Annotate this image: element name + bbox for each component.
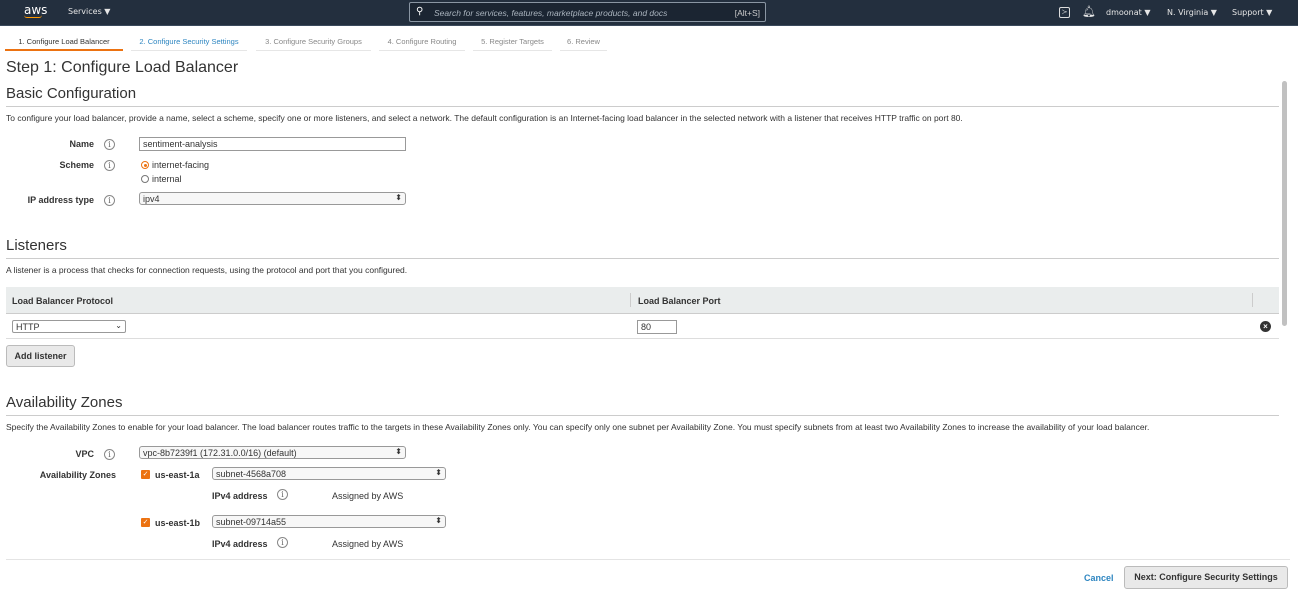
services-menu[interactable]: Services ▼: [68, 7, 110, 16]
table-row: HTTP ⌄ 80 ×: [6, 314, 1279, 339]
tab-review[interactable]: 6. Review: [560, 33, 607, 51]
checkbox-us-east-1b[interactable]: ✓: [141, 518, 150, 527]
scrollbar[interactable]: [1282, 81, 1287, 326]
ip-type-label: IP address type: [27, 195, 94, 205]
search-placeholder: Search for services, features, marketpla…: [434, 8, 668, 18]
radio-label: internal: [152, 174, 182, 184]
radio-internal[interactable]: [141, 175, 149, 183]
tab-configure-security-settings[interactable]: 2. Configure Security Settings: [131, 33, 247, 51]
updown-icon: ⬍: [435, 468, 442, 477]
az-description: Specify the Availability Zones to enable…: [6, 422, 1150, 432]
search-icon: ⚲: [416, 6, 424, 17]
divider: [6, 258, 1279, 259]
add-listener-button[interactable]: Add listener: [6, 345, 75, 367]
column-header-port: Load Balancer Port: [638, 296, 721, 306]
section-title-availability-zones: Availability Zones: [6, 394, 123, 411]
info-icon[interactable]: i: [104, 160, 115, 171]
user-label: dmoonat: [1106, 8, 1142, 17]
port-input[interactable]: 80: [637, 320, 677, 334]
page-title: Step 1: Configure Load Balancer: [6, 59, 239, 76]
select-value: subnet-4568a708: [216, 469, 287, 479]
chevron-down-icon: ⌄: [115, 321, 122, 330]
ipv4-label: IPv4 address: [212, 491, 268, 501]
divider: [6, 415, 1279, 416]
info-icon[interactable]: i: [104, 139, 115, 150]
section-title-listeners: Listeners: [6, 237, 67, 254]
remove-listener-icon[interactable]: ×: [1260, 321, 1271, 332]
zone-name: us-east-1b: [155, 518, 201, 528]
tab-register-targets[interactable]: 5. Register Targets: [473, 33, 552, 51]
tab-configure-load-balancer[interactable]: 1. Configure Load Balancer: [5, 33, 123, 51]
region-label: N. Virginia: [1167, 8, 1209, 17]
availability-zones-label: Availability Zones: [39, 470, 116, 480]
checkbox-us-east-1a[interactable]: ✓: [141, 470, 150, 479]
support-menu[interactable]: Support ▼: [1232, 8, 1272, 17]
tab-configure-security-groups[interactable]: 3. Configure Security Groups: [256, 33, 371, 51]
vpc-label: VPC: [75, 449, 94, 459]
section-title-basic: Basic Configuration: [6, 85, 137, 102]
listeners-table-header: Load Balancer Protocol Load Balancer Por…: [6, 287, 1279, 314]
top-nav-bar: aws Services ▼ ⚲ Search for services, fe…: [0, 0, 1298, 26]
zone-name: us-east-1a: [155, 470, 200, 480]
name-input[interactable]: sentiment-analysis: [139, 137, 406, 151]
aws-logo[interactable]: aws: [24, 3, 47, 18]
select-value: vpc-8b7239f1 (172.31.0.0/16) (default): [143, 448, 297, 458]
listeners-description: A listener is a process that checks for …: [6, 265, 408, 275]
subnet-select[interactable]: subnet-4568a708 ⬍: [212, 467, 446, 480]
info-icon[interactable]: i: [104, 195, 115, 206]
info-icon[interactable]: i: [277, 537, 288, 548]
support-label: Support: [1232, 8, 1264, 17]
user-menu[interactable]: dmoonat ▼: [1106, 8, 1150, 17]
ip-type-select[interactable]: ipv4 ⬍: [139, 192, 406, 205]
ipv4-value: Assigned by AWS: [332, 539, 404, 549]
tab-configure-routing[interactable]: 4. Configure Routing: [379, 33, 465, 51]
services-label: Services: [68, 7, 102, 16]
ipv4-label: IPv4 address: [212, 539, 268, 549]
scheme-label: Scheme: [59, 160, 94, 170]
updown-icon: ⬍: [435, 516, 442, 525]
basic-description: To configure your load balancer, provide…: [6, 113, 963, 123]
next-button[interactable]: Next: Configure Security Settings: [1124, 566, 1288, 589]
footer-divider: [6, 559, 1290, 560]
subnet-select[interactable]: subnet-09714a55 ⬍: [212, 515, 446, 528]
caret-down-icon: ▼: [104, 7, 111, 16]
radio-internet-facing[interactable]: [141, 161, 149, 169]
search-input[interactable]: ⚲ Search for services, features, marketp…: [409, 2, 766, 22]
search-shortcut: [Alt+S]: [734, 8, 760, 18]
divider: [6, 106, 1279, 107]
bell-icon[interactable]: 🔔︎: [1082, 5, 1096, 18]
cancel-link[interactable]: Cancel: [1084, 573, 1114, 583]
updown-icon: ⬍: [395, 193, 402, 202]
vpc-select[interactable]: vpc-8b7239f1 (172.31.0.0/16) (default) ⬍: [139, 446, 406, 459]
select-value: HTTP: [16, 322, 40, 332]
updown-icon: ⬍: [395, 447, 402, 456]
info-icon[interactable]: i: [104, 449, 115, 460]
region-menu[interactable]: N. Virginia ▼: [1167, 8, 1217, 17]
select-value: ipv4: [143, 194, 160, 204]
info-icon[interactable]: i: [277, 489, 288, 500]
name-label: Name: [69, 139, 94, 149]
select-value: subnet-09714a55: [216, 517, 287, 527]
logo-text: aws: [24, 3, 48, 17]
cloudshell-icon[interactable]: ≻: [1059, 7, 1070, 18]
protocol-select[interactable]: HTTP ⌄: [12, 320, 126, 333]
column-header-protocol: Load Balancer Protocol: [12, 296, 114, 306]
radio-label: internet-facing: [152, 160, 210, 170]
ipv4-value: Assigned by AWS: [332, 491, 404, 501]
